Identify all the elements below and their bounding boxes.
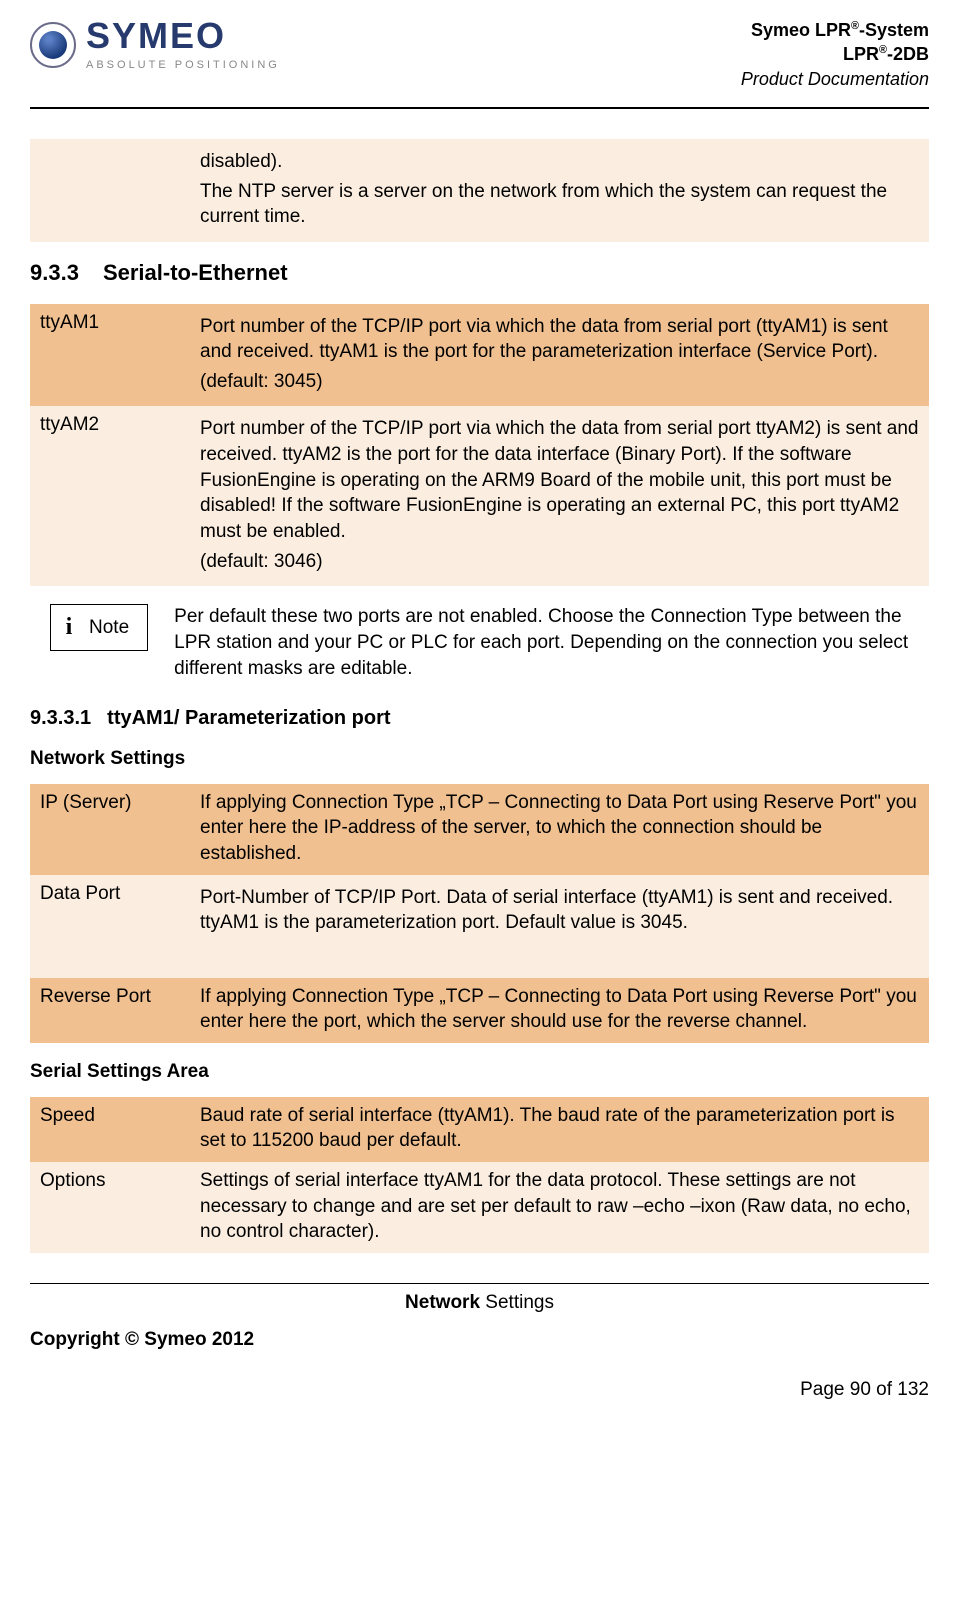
section-9331-heading: 9.3.3.1 ttyAM1/ Parameterization port xyxy=(30,705,929,732)
row-p1: Port number of the TCP/IP port via which… xyxy=(200,314,919,365)
footer-section-rest: Settings xyxy=(480,1292,554,1313)
note-box: i Note xyxy=(50,604,148,650)
row-label: Speed xyxy=(30,1097,190,1162)
row-label: ttyAM2 xyxy=(30,406,190,586)
table-row: ttyAM1 Port number of the TCP/IP port vi… xyxy=(30,304,929,407)
section-9331-title: ttyAM1/ Parameterization port xyxy=(107,707,390,729)
serial-ethernet-table: ttyAM1 Port number of the TCP/IP port vi… xyxy=(30,304,929,587)
row-label: Reverse Port xyxy=(30,978,190,1043)
row-label: ttyAM1 xyxy=(30,304,190,407)
title-line2-prefix: LPR xyxy=(843,44,879,64)
reg-mark: ® xyxy=(851,20,859,32)
brand-name: SYMEO xyxy=(86,18,280,54)
note-text: Per default these two ports are not enab… xyxy=(174,604,929,681)
title-line3: Product Documentation xyxy=(741,67,929,91)
row-p2: (default: 3045) xyxy=(200,369,919,395)
intro-p2: The NTP server is a server on the networ… xyxy=(200,179,919,230)
brand-tagline: ABSOLUTE POSITIONING xyxy=(86,58,280,73)
title-line1-prefix: Symeo LPR xyxy=(751,20,851,40)
table-row: Speed Baud rate of serial interface (tty… xyxy=(30,1097,929,1162)
title-line2-suffix: -2DB xyxy=(887,44,929,64)
row-desc: If applying Connection Type „TCP – Conne… xyxy=(190,784,929,875)
footer-section: Network Settings xyxy=(30,1284,929,1318)
page-number: Page 90 of 132 xyxy=(30,1359,929,1403)
doc-title: Symeo LPR®-System LPR®-2DB Product Docum… xyxy=(741,18,929,91)
row-label: Options xyxy=(30,1162,190,1253)
page-header: SYMEO ABSOLUTE POSITIONING Symeo LPR®-Sy… xyxy=(30,18,929,101)
row-spacer xyxy=(200,940,919,966)
network-settings-heading: Network Settings xyxy=(30,746,929,772)
table-row: Options Settings of serial interface tty… xyxy=(30,1162,929,1253)
note-block: i Note Per default these two ports are n… xyxy=(50,604,929,681)
title-line1-suffix: -System xyxy=(859,20,929,40)
intro-p1: disabled). xyxy=(200,149,919,175)
page-footer: Network Settings Copyright © Symeo 2012 … xyxy=(30,1283,929,1403)
network-settings-table: IP (Server) If applying Connection Type … xyxy=(30,784,929,1043)
logo-icon xyxy=(30,22,76,68)
row-label: Data Port xyxy=(30,875,190,978)
section-933-heading: 9.3.3 Serial-to-Ethernet xyxy=(30,258,929,288)
section-933-num: 9.3.3 xyxy=(30,258,79,288)
footer-section-bold: Network xyxy=(405,1292,480,1313)
table-row: Data Port Port-Number of TCP/IP Port. Da… xyxy=(30,875,929,978)
copyright: Copyright © Symeo 2012 xyxy=(30,1317,929,1359)
intro-row: disabled). The NTP server is a server on… xyxy=(30,139,929,242)
table-row: IP (Server) If applying Connection Type … xyxy=(30,784,929,875)
row-p: Port-Number of TCP/IP Port. Data of seri… xyxy=(200,885,919,936)
row-p2: (default: 3046) xyxy=(200,549,919,575)
row-desc: Settings of serial interface ttyAM1 for … xyxy=(190,1162,929,1253)
row-desc: If applying Connection Type „TCP – Conne… xyxy=(190,978,929,1043)
serial-settings-heading: Serial Settings Area xyxy=(30,1059,929,1085)
row-desc: Port number of the TCP/IP port via which… xyxy=(190,304,929,407)
section-9331-num: 9.3.3.1 xyxy=(30,705,91,732)
row-desc: Baud rate of serial interface (ttyAM1). … xyxy=(190,1097,929,1162)
serial-settings-table: Speed Baud rate of serial interface (tty… xyxy=(30,1097,929,1253)
row-desc: Port-Number of TCP/IP Port. Data of seri… xyxy=(190,875,929,978)
intro-table: disabled). The NTP server is a server on… xyxy=(30,139,929,242)
logo: SYMEO ABSOLUTE POSITIONING xyxy=(30,18,280,73)
intro-label xyxy=(30,139,190,242)
row-label: IP (Server) xyxy=(30,784,190,875)
reg-mark-2: ® xyxy=(879,44,887,56)
row-p1: Port number of the TCP/IP port via which… xyxy=(200,416,919,544)
intro-desc: disabled). The NTP server is a server on… xyxy=(190,139,929,242)
section-933-title: Serial-to-Ethernet xyxy=(103,260,288,285)
row-desc: Port number of the TCP/IP port via which… xyxy=(190,406,929,586)
note-label: Note xyxy=(89,615,129,641)
info-icon: i xyxy=(61,611,77,643)
table-row: ttyAM2 Port number of the TCP/IP port vi… xyxy=(30,406,929,586)
table-row: Reverse Port If applying Connection Type… xyxy=(30,978,929,1043)
